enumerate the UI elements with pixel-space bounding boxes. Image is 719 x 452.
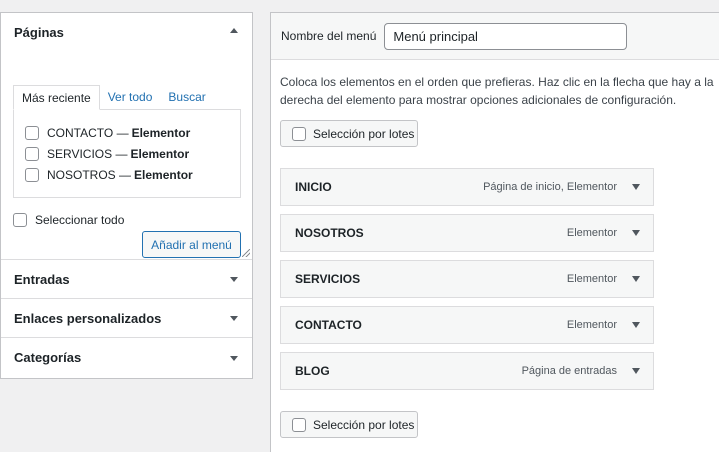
section-custom-links-header[interactable]: Enlaces personalizados [1, 299, 252, 338]
bulk-select-button-bottom[interactable]: Selección por lotes [280, 411, 418, 438]
page-separator: — [119, 167, 132, 182]
chevron-down-icon[interactable] [628, 317, 644, 333]
page-builder: Elementor [130, 146, 190, 161]
page-builder: Elementor [134, 167, 193, 182]
section-posts-header[interactable]: Entradas [1, 260, 252, 299]
menu-item-title: CONTACTO [295, 318, 362, 332]
section-categories-header[interactable]: Categorías [1, 338, 252, 377]
section-title: Enlaces personalizados [14, 310, 162, 326]
chevron-up-icon[interactable] [230, 28, 238, 33]
section-title: Categorías [14, 350, 82, 365]
bulk-select-button-top[interactable]: Selección por lotes [280, 120, 418, 147]
page-name: CONTACTO [47, 125, 114, 140]
menu-item-blog[interactable]: BLOG Página de entradas [280, 352, 654, 390]
chevron-down-icon[interactable] [628, 363, 644, 379]
add-menu-items-panel: Páginas Más reciente Ver todo Buscar CON… [0, 12, 253, 379]
page-separator: — [116, 125, 129, 140]
menu-item-type: Elementor [566, 319, 617, 331]
section-pages-title: Páginas [14, 24, 64, 40]
select-all[interactable]: Seleccionar todo [13, 213, 124, 227]
resize-handle-icon[interactable] [242, 249, 250, 257]
menu-item-type: Elementor [566, 227, 617, 239]
tab-view-all[interactable]: Ver todo [100, 85, 161, 110]
bulk-select-label: Selección por lotes [313, 417, 415, 432]
menu-item-servicios[interactable]: SERVICIOS Elementor [280, 260, 654, 298]
menu-item-type: Página de inicio, Elementor [483, 181, 617, 193]
menu-name-input[interactable] [384, 22, 628, 50]
tab-most-recent[interactable]: Más reciente [13, 85, 100, 110]
menu-instructions: Coloca los elementos en el orden que pre… [280, 75, 714, 107]
menu-item-inicio[interactable]: INICIO Página de inicio, Elementor [280, 168, 654, 206]
add-to-menu-button[interactable]: Añadir al menú [142, 231, 241, 258]
menu-item-title: NOSOTROS [295, 226, 364, 240]
checkbox[interactable] [292, 417, 306, 432]
tab-search[interactable]: Buscar [160, 85, 213, 110]
section-title: Entradas [14, 271, 70, 287]
checkbox[interactable] [25, 125, 39, 140]
page-item-contacto[interactable]: CONTACTO — Elementor [25, 122, 240, 143]
menu-item-type: Elementor [566, 273, 617, 285]
checkbox[interactable] [25, 167, 39, 182]
menu-structure-panel: Nombre del menú Coloca los elementos en … [270, 12, 719, 452]
chevron-down-icon[interactable] [230, 316, 238, 321]
menu-item-type: Página de entradas [521, 365, 617, 377]
section-pages-body: Más reciente Ver todo Buscar CONTACTO — E… [1, 51, 252, 260]
page-name: SERVICIOS [47, 146, 113, 161]
menu-item-title: SERVICIOS [295, 272, 361, 286]
select-all-checkbox[interactable] [13, 213, 27, 227]
chevron-down-icon[interactable] [628, 271, 644, 287]
page-separator: — [115, 146, 128, 161]
select-all-label: Seleccionar todo [35, 213, 125, 227]
pages-checklist: CONTACTO — Elementor SERVICIOS — Elementor… [13, 109, 241, 198]
page-builder: Elementor [131, 125, 191, 140]
chevron-down-icon[interactable] [628, 179, 644, 195]
menu-item-title: BLOG [295, 364, 330, 378]
bulk-select-label: Selección por lotes [313, 126, 415, 141]
chevron-down-icon[interactable] [230, 277, 238, 282]
menu-item-contacto[interactable]: CONTACTO Elementor [280, 306, 654, 344]
chevron-down-icon[interactable] [230, 355, 238, 361]
menu-item-title: INICIO [295, 180, 332, 194]
chevron-down-icon[interactable] [628, 225, 644, 241]
pages-tabs: Más reciente Ver todo Buscar [13, 85, 214, 110]
page-name: NOSOTROS [47, 167, 116, 182]
checkbox[interactable] [292, 126, 306, 141]
page-item-servicios[interactable]: SERVICIOS — Elementor [25, 143, 240, 164]
checkbox[interactable] [25, 146, 39, 161]
section-pages-header[interactable]: Páginas [1, 13, 252, 51]
page-item-nosotros[interactable]: NOSOTROS — Elementor [25, 164, 240, 185]
menu-item-nosotros[interactable]: NOSOTROS Elementor [280, 214, 654, 252]
menu-name-label: Nombre del menú [281, 29, 377, 43]
menu-header: Nombre del menú [271, 13, 719, 60]
